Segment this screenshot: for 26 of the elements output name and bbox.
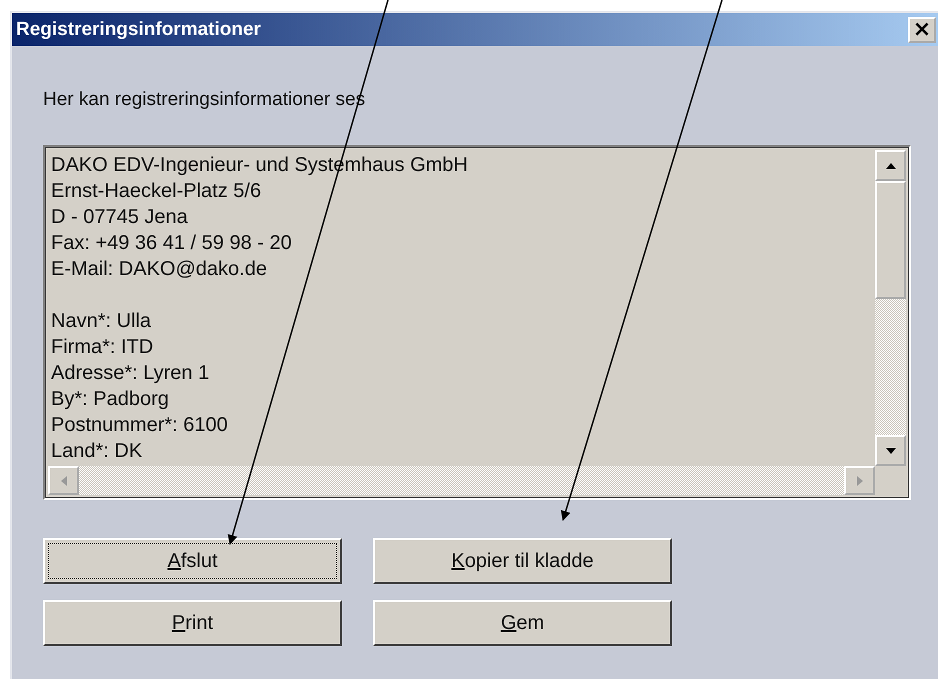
- dialog-button[interactable]: Afslut: [43, 538, 342, 584]
- text-line: E-Mail: DAKO@dako.de: [51, 257, 268, 282]
- dialog-button[interactable]: Print: [43, 600, 342, 646]
- window-title: Registreringsinformationer: [16, 18, 261, 40]
- horizontal-scrollbar[interactable]: [48, 466, 906, 495]
- right-arrow-icon: [856, 474, 864, 486]
- text-line: Land*: DK: [51, 439, 144, 464]
- dialog-button[interactable]: Kopier til kladde: [373, 538, 672, 584]
- scroll-down-button[interactable]: [875, 435, 906, 466]
- text-line: D - 07745 Jena: [51, 205, 189, 230]
- text-line: Fax: +49 36 41 / 59 98 - 20: [51, 231, 293, 256]
- text-line: Navn*: Ulla: [51, 309, 152, 334]
- scroll-up-button[interactable]: [875, 150, 906, 181]
- up-arrow-icon: [884, 162, 896, 170]
- close-button[interactable]: ×: [908, 16, 936, 42]
- dialog-button[interactable]: Gem: [373, 600, 672, 646]
- vertical-scrollbar[interactable]: [875, 150, 906, 466]
- left-arrow-icon: [60, 474, 68, 486]
- text-line: Adresse*: Lyren 1: [51, 361, 210, 386]
- down-arrow-icon: [884, 446, 896, 454]
- text-line: By*: Padborg: [51, 387, 170, 412]
- text-line: Postnummer*: 6100: [51, 413, 229, 438]
- scroll-thumb[interactable]: [875, 181, 906, 299]
- scroll-left-button[interactable]: [48, 466, 79, 495]
- text-line: Ernst-Haeckel-Platz 5/6: [51, 179, 262, 204]
- text-line: Firma*: ITD: [51, 335, 154, 360]
